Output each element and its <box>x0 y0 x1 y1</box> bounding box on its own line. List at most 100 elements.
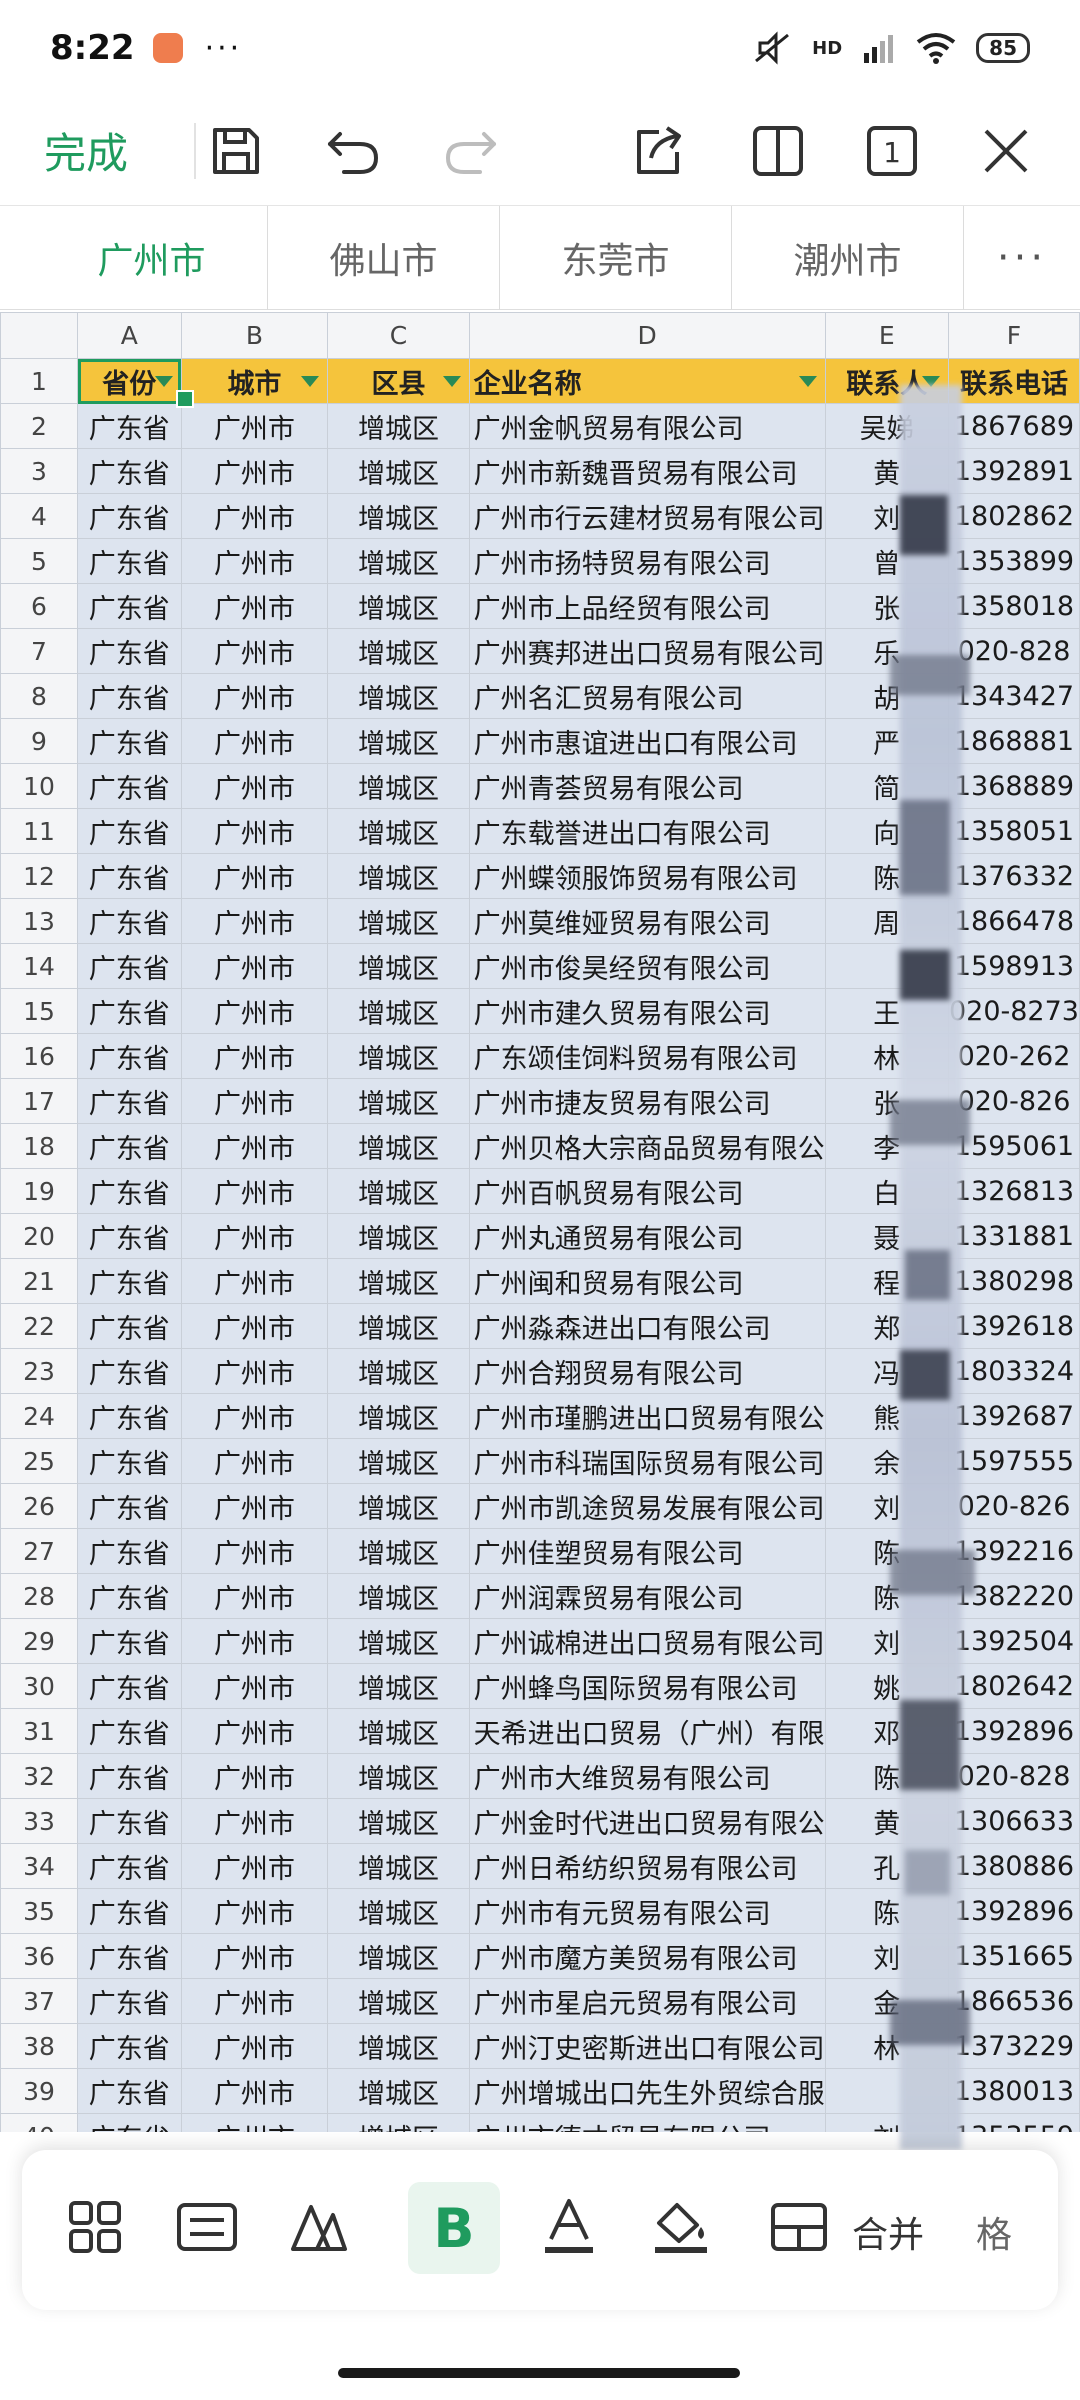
cell-province[interactable]: 广东省 <box>77 1348 182 1394</box>
cell-company[interactable]: 广州市魔方美贸易有限公司 <box>468 1933 826 1979</box>
cell-company[interactable]: 广州市惠谊进出口有限公司 <box>468 718 826 764</box>
row-number[interactable]: 39 <box>0 2068 79 2114</box>
cell-city[interactable]: 广州市 <box>180 1258 329 1304</box>
cell-city[interactable]: 广州市 <box>180 1798 329 1844</box>
row-number[interactable]: 3 <box>0 448 79 494</box>
row-number[interactable]: 17 <box>0 1078 79 1124</box>
cell-province[interactable]: 广东省 <box>77 1483 182 1529</box>
row-number[interactable]: 15 <box>0 988 79 1034</box>
cell-district[interactable]: 增城区 <box>327 403 470 449</box>
cell-company[interactable]: 广州金时代进出口贸易有限公 <box>468 1798 826 1844</box>
cell-company[interactable]: 广州莫维娅贸易有限公司 <box>468 898 826 944</box>
row-number[interactable]: 27 <box>0 1528 79 1574</box>
cell-phone[interactable]: 1353559 <box>947 2113 1080 2132</box>
cell-city[interactable]: 广州市 <box>180 1528 329 1574</box>
cell-city[interactable]: 广州市 <box>180 1663 329 1709</box>
merge-cells-icon[interactable] <box>764 2192 834 2262</box>
filter-dropdown-icon[interactable] <box>154 376 173 387</box>
cell-city[interactable]: 广州市 <box>180 1213 329 1259</box>
cell-company[interactable]: 广州市俊昊经贸有限公司 <box>468 943 826 989</box>
cell-phone[interactable]: 020-828 <box>947 1753 1080 1799</box>
cell-district[interactable]: 增城区 <box>327 1618 470 1664</box>
cell-district[interactable]: 增城区 <box>327 1528 470 1574</box>
cell-city[interactable]: 广州市 <box>180 1753 329 1799</box>
cell-province[interactable]: 广东省 <box>77 1168 182 1214</box>
cell-province[interactable]: 广东省 <box>77 1843 182 1889</box>
row-number[interactable]: 18 <box>0 1123 79 1169</box>
cell-district[interactable]: 增城区 <box>327 1708 470 1754</box>
cell-company[interactable]: 广州名汇贸易有限公司 <box>468 673 826 719</box>
tab-guangzhou[interactable]: 广州市 <box>0 206 268 310</box>
cell-city[interactable]: 广州市 <box>180 538 329 584</box>
column-header-b[interactable]: B <box>180 312 329 359</box>
row-number[interactable]: 4 <box>0 493 79 539</box>
cell-province[interactable]: 广东省 <box>77 1213 182 1259</box>
cell-city[interactable]: 广州市 <box>180 1303 329 1349</box>
format-label[interactable]: 格 <box>976 2206 1012 2258</box>
cell-company[interactable]: 广东载誉进出口有限公司 <box>468 808 826 854</box>
cell-company[interactable]: 广州赛邦进出口贸易有限公司 <box>468 628 826 674</box>
cell-province[interactable]: 广东省 <box>77 1798 182 1844</box>
cell-phone[interactable]: 1358051 <box>947 808 1080 854</box>
cell-province[interactable]: 广东省 <box>77 538 182 584</box>
cell-phone[interactable]: 1392618 <box>947 1303 1080 1349</box>
cell-city[interactable]: 广州市 <box>180 673 329 719</box>
header-cell-company[interactable]: 企业名称 <box>468 358 826 404</box>
row-number[interactable]: 40 <box>0 2113 79 2132</box>
cell-phone[interactable]: 020-826 <box>947 1483 1080 1529</box>
cell-phone[interactable]: 1392891 <box>947 448 1080 494</box>
cell-company[interactable]: 广州市行云建材贸易有限公司 <box>468 493 826 539</box>
cell-district[interactable]: 增城区 <box>327 538 470 584</box>
column-header-d[interactable]: D <box>468 312 826 359</box>
cell-city[interactable]: 广州市 <box>180 2113 329 2132</box>
cell-province[interactable]: 广东省 <box>77 763 182 809</box>
cell-company[interactable]: 广州市扬特贸易有限公司 <box>468 538 826 584</box>
row-number[interactable]: 34 <box>0 1843 79 1889</box>
tabs-more-button[interactable]: ··· <box>964 206 1080 310</box>
cell-phone[interactable]: 1380013 <box>947 2068 1080 2114</box>
cell-phone[interactable]: 020-262 <box>947 1033 1080 1079</box>
cell-company[interactable]: 广州市凯途贸易发展有限公司 <box>468 1483 826 1529</box>
row-number[interactable]: 23 <box>0 1348 79 1394</box>
cell-district[interactable]: 增城区 <box>327 1843 470 1889</box>
cell-district[interactable]: 增城区 <box>327 1933 470 1979</box>
column-header-c[interactable]: C <box>327 312 470 359</box>
row-number[interactable]: 12 <box>0 853 79 899</box>
row-number[interactable]: 21 <box>0 1258 79 1304</box>
cell-province[interactable]: 广东省 <box>77 853 182 899</box>
cell-city[interactable]: 广州市 <box>180 1933 329 1979</box>
cell-district[interactable]: 增城区 <box>327 673 470 719</box>
cell-city[interactable]: 广州市 <box>180 898 329 944</box>
cell-province[interactable]: 广东省 <box>77 1708 182 1754</box>
cell-phone[interactable]: 1380886 <box>947 1843 1080 1889</box>
cell-company[interactable]: 广州市上品经贸有限公司 <box>468 583 826 629</box>
cell-city[interactable]: 广州市 <box>180 808 329 854</box>
cell-district[interactable]: 增城区 <box>327 1393 470 1439</box>
cell-city[interactable]: 广州市 <box>180 1888 329 1934</box>
tab-foshan[interactable]: 佛山市 <box>268 206 500 310</box>
cell-city[interactable]: 广州市 <box>180 2023 329 2069</box>
cell-province[interactable]: 广东省 <box>77 1033 182 1079</box>
apps-grid-icon[interactable] <box>60 2192 130 2262</box>
cell-city[interactable]: 广州市 <box>180 2068 329 2114</box>
cell-phone[interactable]: 1331881 <box>947 1213 1080 1259</box>
cell-city[interactable]: 广州市 <box>180 1033 329 1079</box>
done-button[interactable]: 完成 <box>44 120 184 181</box>
cell-district[interactable]: 增城区 <box>327 1483 470 1529</box>
cell-company[interactable]: 广州合翔贸易有限公司 <box>468 1348 826 1394</box>
cell-company[interactable]: 广州金帆贸易有限公司 <box>468 403 826 449</box>
row-number[interactable]: 33 <box>0 1798 79 1844</box>
row-number[interactable]: 19 <box>0 1168 79 1214</box>
row-number[interactable]: 8 <box>0 673 79 719</box>
cell-phone[interactable]: 1351665 <box>947 1933 1080 1979</box>
cell-district[interactable]: 增城区 <box>327 808 470 854</box>
cell-province[interactable]: 广东省 <box>77 1888 182 1934</box>
row-number[interactable]: 5 <box>0 538 79 584</box>
cell-phone[interactable]: 1867689 <box>947 403 1080 449</box>
cell-phone[interactable]: 1597555 <box>947 1438 1080 1484</box>
row-number[interactable]: 32 <box>0 1753 79 1799</box>
cell-district[interactable]: 增城区 <box>327 1258 470 1304</box>
cell-city[interactable]: 广州市 <box>180 1708 329 1754</box>
cell-company[interactable]: 广州丸通贸易有限公司 <box>468 1213 826 1259</box>
filter-dropdown-icon[interactable] <box>798 376 817 387</box>
